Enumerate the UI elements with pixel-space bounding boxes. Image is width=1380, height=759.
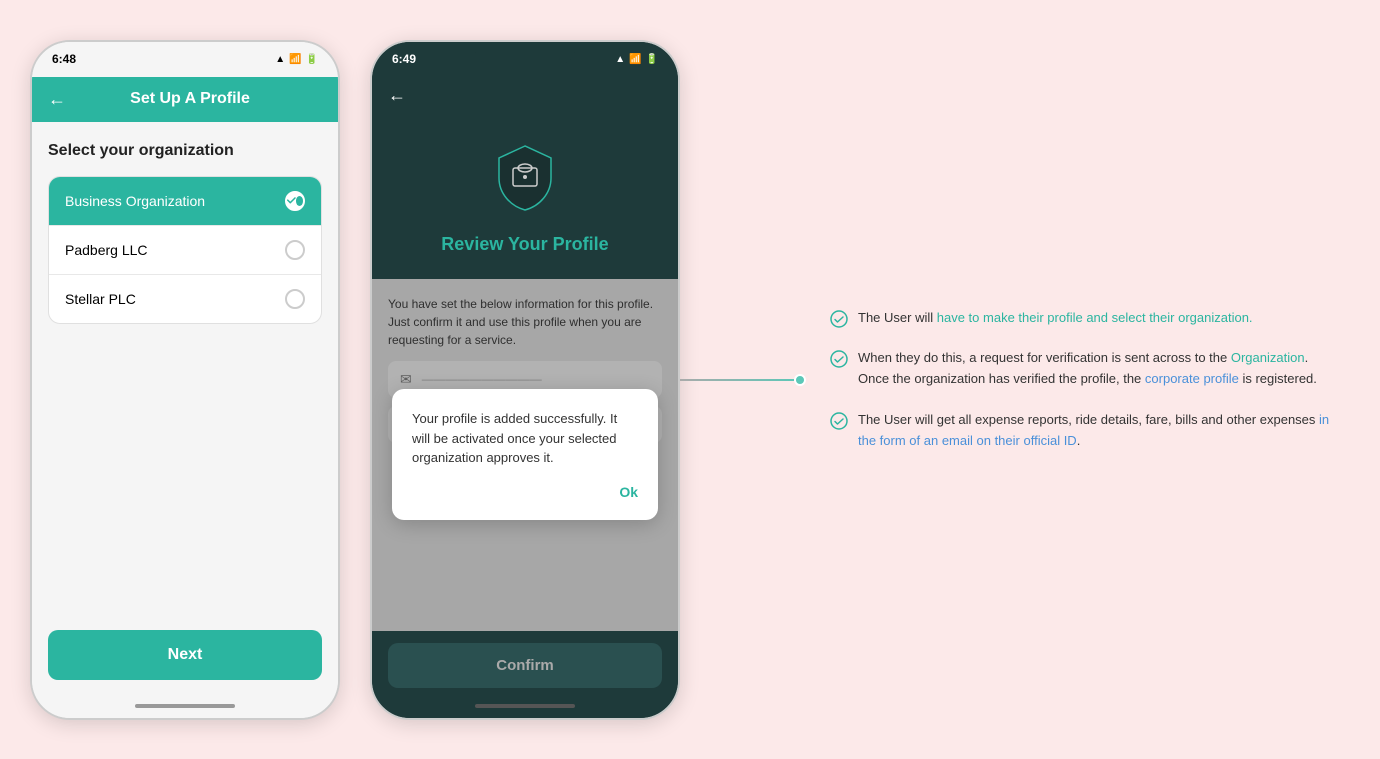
shield-icon [485,138,565,218]
phone2-footer: Confirm [372,631,678,696]
annotation-3-part1: The User will get all expense reports, r… [858,412,1319,427]
phone1-footer: Next [32,614,338,696]
org-name-business: Business Organization [65,193,205,209]
phone1-status-icons: ▲ 📶 🔋 [275,54,318,65]
annotation-item-1: The User will have to make their profile… [830,308,1330,329]
org-name-padberg: Padberg LLC [65,242,148,258]
phone1-title: Set Up A Profile [78,90,302,108]
annotation-panel: The User will have to make their profile… [800,288,1350,472]
dialog-overlay: Your profile is added successfully. It w… [372,279,678,631]
select-org-label: Select your organization [48,142,322,160]
phone1-time: 6:48 [52,52,76,66]
phone1: 6:48 ▲ 📶 🔋 ← Set Up A Profile Select you… [30,40,340,720]
back-button[interactable]: ← [48,89,66,110]
annotation-2-part4: corporate profile [1145,371,1239,386]
phone1-notch [135,42,235,64]
annotation-item-3: The User will get all expense reports, r… [830,410,1330,452]
phone2-time: 6:49 [392,52,416,66]
check-icon-2 [830,350,848,368]
wifi-icon: 📶 [289,54,301,65]
phone2-status-icons: ▲ 📶 🔋 [615,54,658,65]
annotation-item-2: When they do this, a request for verific… [830,348,1330,390]
phone2-home-bar [475,704,575,708]
annotation-3-part3: . [1077,433,1081,448]
annotation-2-part5: is registered. [1239,371,1317,386]
annotation-1-part2: have to make their profile and select th… [937,310,1253,325]
dialog-box: Your profile is added successfully. It w… [392,389,658,520]
confirm-button[interactable]: Confirm [388,643,662,688]
phone2-back-button[interactable]: ← [388,85,406,106]
annotation-text-2: When they do this, a request for verific… [858,348,1330,390]
annotation-text-3: The User will get all expense reports, r… [858,410,1330,452]
phone2-nav: ← [372,77,678,118]
annotation-2-part2: Organization [1231,350,1305,365]
org-list: Business Organization Padberg LLC Stella… [48,176,322,324]
phone1-body: Select your organization Business Organi… [32,122,338,614]
dialog-ok-button[interactable]: Ok [412,484,638,500]
home-bar [135,704,235,708]
dialog-message: Your profile is added successfully. It w… [412,409,638,468]
radio-check-business [285,191,305,211]
location-icon: ▲ [275,54,285,65]
review-title: Review Your Profile [441,234,608,255]
phone2-notch [475,42,575,64]
annotation-2-part1: When they do this, a request for verific… [858,350,1231,365]
phone2-body: You have set the below information for t… [372,279,678,631]
wifi-icon2: 📶 [629,54,641,65]
phone2-home-indicator [372,696,678,718]
connector-line [680,379,800,381]
check-icon-3 [830,412,848,430]
connector-dot [794,374,806,386]
phone2-hero: Review Your Profile [372,118,678,279]
battery-icon2: 🔋 [646,54,658,65]
org-name-stellar: Stellar PLC [65,291,136,307]
home-indicator [32,696,338,718]
phones-container: 6:48 ▲ 📶 🔋 ← Set Up A Profile Select you… [30,40,680,720]
org-item-padberg[interactable]: Padberg LLC [49,226,321,275]
location-icon2: ▲ [615,54,625,65]
radio-check-padberg [285,240,305,260]
phone2: 6:49 ▲ 📶 🔋 ← Review Your Profile [370,40,680,720]
annotation-1-part1: The User will [858,310,937,325]
battery-icon: 🔋 [306,54,318,65]
org-item-business[interactable]: Business Organization [49,177,321,226]
phone1-header: ← Set Up A Profile [32,77,338,122]
org-item-stellar[interactable]: Stellar PLC [49,275,321,323]
next-button[interactable]: Next [48,630,322,680]
annotation-text-1: The User will have to make their profile… [858,308,1253,329]
check-icon-1 [830,310,848,328]
radio-check-stellar [285,289,305,309]
